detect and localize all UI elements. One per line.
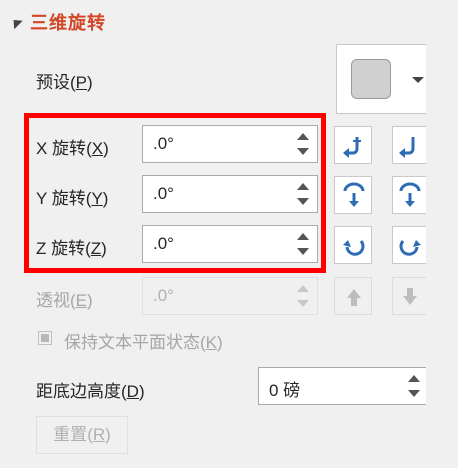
rotate-counterclockwise-icon <box>343 240 365 256</box>
collapse-caret-icon[interactable] <box>9 15 23 29</box>
rotate-right-icon <box>399 137 415 158</box>
spin-up-icon <box>297 285 309 292</box>
preset-dropdown[interactable] <box>336 44 426 114</box>
arrow-down-icon <box>403 288 417 305</box>
preset-label: 预设(P) <box>36 73 93 92</box>
perspective-value: .0° <box>153 286 174 305</box>
spin-up-icon[interactable] <box>408 375 420 382</box>
checkbox-fill <box>41 334 49 342</box>
reset-button: 重置(R) <box>36 416 128 454</box>
keep-text-flat-label: 保持文本平面状态(K) <box>64 333 223 352</box>
preset-swatch <box>351 59 391 99</box>
distance-from-ground-value[interactable]: 0 磅 <box>269 376 300 401</box>
keep-text-flat-checkbox <box>38 331 52 345</box>
highlight-box <box>24 113 326 273</box>
perspective-spinner: .0° <box>142 277 318 315</box>
rotate-down-icon <box>399 182 421 207</box>
rotate-clockwise-icon <box>399 240 421 256</box>
arrow-up-icon <box>347 289 361 306</box>
y-rotate-up-button[interactable] <box>334 176 372 214</box>
perspective-increase-button <box>334 277 372 315</box>
x-rotate-left-button[interactable] <box>334 126 372 164</box>
chevron-down-icon[interactable] <box>412 77 424 83</box>
section-header-3d-rotation[interactable]: 三维旋转 <box>9 8 106 36</box>
perspective-label: 透视(E) <box>36 291 93 310</box>
x-rotate-right-button[interactable] <box>392 126 426 164</box>
z-rotate-counterclockwise-button[interactable] <box>334 226 372 264</box>
z-rotate-clockwise-button[interactable] <box>392 226 426 264</box>
y-rotate-down-button[interactable] <box>392 176 426 214</box>
spin-down-icon <box>297 300 309 307</box>
perspective-decrease-button <box>392 277 426 315</box>
distance-from-ground-spinner[interactable]: 0 磅 <box>258 367 426 405</box>
distance-from-ground-label: 距底边高度(D) <box>36 382 145 401</box>
rotate-up-icon <box>343 182 365 207</box>
rotate-left-icon <box>343 137 361 158</box>
spin-down-icon[interactable] <box>408 390 420 397</box>
section-title: 三维旋转 <box>30 13 106 33</box>
